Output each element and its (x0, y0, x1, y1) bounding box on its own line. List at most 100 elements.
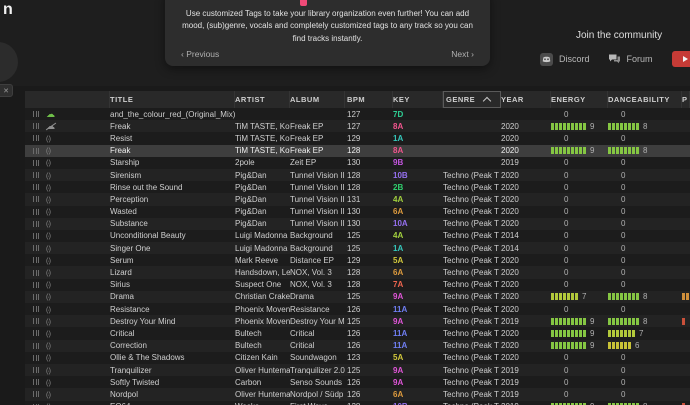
file-status-icon: (·) (46, 378, 62, 387)
drag-handle-icon[interactable] (33, 184, 39, 191)
drag-handle-icon[interactable] (33, 269, 39, 276)
table-row[interactable]: (·) Softly Twisted Carbon Senso Sounds 1… (25, 376, 690, 389)
column-header-year[interactable]: YEAR (501, 91, 551, 108)
close-button[interactable]: ✕ (0, 84, 13, 97)
drag-handle-icon[interactable] (33, 232, 39, 239)
table-row[interactable]: (·) Ollie & The Shadows Citizen Kain Sou… (25, 351, 690, 364)
column-header-popularity[interactable]: P (682, 91, 690, 108)
table-row[interactable]: (·) Substance Pig&Dan Tunnel Vision II 1… (25, 217, 690, 230)
track-genre: Techno (Peak T (443, 182, 499, 192)
table-row[interactable]: (·) EQ64 Weska First Wave 128 10B Techno… (25, 400, 690, 405)
drag-handle-icon[interactable] (33, 123, 39, 130)
table-row[interactable]: (·) Destroy Your Mind Phoenix Moven Dest… (25, 315, 690, 328)
column-header-album[interactable]: ALBUM (290, 91, 345, 108)
drag-handle-icon[interactable] (33, 135, 39, 142)
streaming-icon: (·) (46, 355, 51, 363)
track-year: 2020 (501, 328, 519, 338)
drag-handle-icon[interactable] (33, 257, 39, 264)
drag-handle-icon[interactable] (33, 318, 39, 325)
drag-handle-icon[interactable] (33, 293, 39, 300)
table-row[interactable]: (·) Singer One Luigi Madonna Background … (25, 242, 690, 255)
track-title: Lizard (110, 268, 132, 278)
track-energy: 7 (551, 292, 608, 301)
drag-handle-icon[interactable] (33, 391, 39, 398)
streaming-icon: (·) (46, 270, 51, 278)
column-header-artist[interactable]: ARTIST (235, 91, 290, 108)
drag-handle-icon[interactable] (33, 330, 39, 337)
table-row[interactable]: (·) Correction Bultech Critical 126 11A … (25, 339, 690, 352)
track-artist: Bultech (235, 341, 262, 351)
track-bpm: 126 (347, 304, 361, 314)
table-row[interactable]: (·) Nordpol Oliver Huntema Nordpol / Süd… (25, 388, 690, 401)
table-row[interactable]: (·) Sirius Suspect One NOX, Vol. 3 128 7… (25, 278, 690, 291)
drag-handle-icon[interactable] (33, 220, 39, 227)
track-artist: Handsdown, Le (235, 268, 290, 278)
drag-handle-icon[interactable] (33, 342, 39, 349)
youtube-button[interactable] (672, 51, 690, 67)
track-key: 9A (393, 292, 404, 302)
drag-handle-icon[interactable] (33, 367, 39, 374)
column-header-danceability[interactable]: DANCEABILITY (608, 91, 682, 108)
file-status-icon: (·) (46, 171, 62, 180)
next-button[interactable]: Next › (451, 49, 474, 59)
previous-button[interactable]: ‹ Previous (181, 49, 219, 59)
track-album: Critical (290, 328, 315, 338)
track-title: Softly Twisted (110, 377, 160, 387)
file-status-icon: (·) (46, 341, 62, 350)
track-year: 2019 (501, 389, 519, 399)
track-album: Tunnel Vision II (290, 170, 345, 180)
table-row[interactable]: ☁ Freak TiM TASTE, Ko Freak EP 127 8A 20… (25, 120, 690, 133)
drag-handle-icon[interactable] (33, 111, 39, 118)
table-row[interactable]: (·) Critical Bultech Critical 126 11A Te… (25, 327, 690, 340)
table-row[interactable]: (·) Perception Pig&Dan Tunnel Vision II … (25, 193, 690, 206)
track-album: Tranquilizer 2.0 (290, 365, 345, 375)
drag-handle-icon[interactable] (33, 159, 39, 166)
table-row[interactable]: (·) Serum Mark Reeve Distance EP 129 5A … (25, 254, 690, 267)
community-panel: Join the community Discord Forum (532, 30, 690, 67)
drag-handle-icon[interactable] (33, 354, 39, 361)
drag-handle-icon[interactable] (33, 208, 39, 215)
column-header-key[interactable]: KEY (393, 91, 443, 108)
table-row[interactable]: (·) Resistance Phoenix Moven Resistance … (25, 303, 690, 316)
table-row[interactable]: (·) Wasted Pig&Dan Tunnel Vision II 130 … (25, 205, 690, 218)
table-row[interactable]: (·) Lizard Handsdown, Le NOX, Vol. 3 128… (25, 266, 690, 279)
table-row[interactable]: (·) Unconditional Beauty Luigi Madonna B… (25, 229, 690, 243)
drag-handle-icon[interactable] (33, 196, 39, 203)
table-row[interactable]: (·) Sirenism Pig&Dan Tunnel Vision II 12… (25, 168, 690, 182)
track-album: Tunnel Vision II (290, 219, 345, 229)
column-header-bpm[interactable]: BPM (345, 91, 393, 108)
track-bpm: 126 (347, 341, 361, 351)
track-energy: 9 (551, 317, 608, 326)
drag-handle-icon[interactable] (33, 172, 39, 179)
table-row[interactable]: (·) Tranquilizer Oliver Huntema Tranquil… (25, 363, 690, 377)
table-row[interactable]: (·) Rinse out the Sound Pig&Dan Tunnel V… (25, 181, 690, 194)
track-genre: Techno (Peak T (443, 353, 499, 363)
track-danceability: 0 (621, 182, 626, 192)
table-row[interactable]: ☁ and_the_colour_red_(Original_Mix) 127 … (25, 108, 690, 121)
column-header-energy[interactable]: ENERGY (551, 91, 608, 108)
drag-handle-icon[interactable] (33, 147, 39, 154)
table-row[interactable]: (·) Resist TiM TASTE, Ko Freak EP 129 1A… (25, 132, 690, 145)
track-title: Sirius (110, 280, 131, 290)
drag-handle-icon[interactable] (33, 245, 39, 252)
column-header-genre[interactable]: GENRE (443, 91, 501, 108)
track-year: 2020 (501, 268, 519, 278)
drag-handle-icon[interactable] (33, 379, 39, 386)
track-key: 9A (393, 377, 404, 387)
drag-handle-icon[interactable] (33, 281, 39, 288)
file-status-icon: (·) (46, 390, 62, 399)
table-row[interactable]: (·) Drama Christian Crake Drama 125 9A T… (25, 290, 690, 303)
track-album: Resistance (290, 304, 330, 314)
discord-button[interactable]: Discord (540, 52, 590, 66)
table-row[interactable]: (·) Freak TiM TASTE, Ko Freak EP 128 8A … (25, 144, 690, 157)
drag-handle-icon[interactable] (33, 306, 39, 313)
track-key: 10B (393, 170, 408, 180)
track-artist: Phoenix Moven (235, 316, 290, 326)
track-album: Background (290, 243, 333, 253)
track-artist: TiM TASTE, Ko (235, 121, 290, 131)
track-title: Starship (110, 158, 140, 168)
table-row[interactable]: (·) Starship 2pole Zeit EP 130 9B 2019 0… (25, 156, 690, 169)
table-header: TITLE ARTIST ALBUM BPM KEY GENRE YEAR EN… (25, 91, 690, 108)
forum-button[interactable]: Forum (608, 53, 653, 66)
column-header-title[interactable]: TITLE (110, 91, 235, 108)
